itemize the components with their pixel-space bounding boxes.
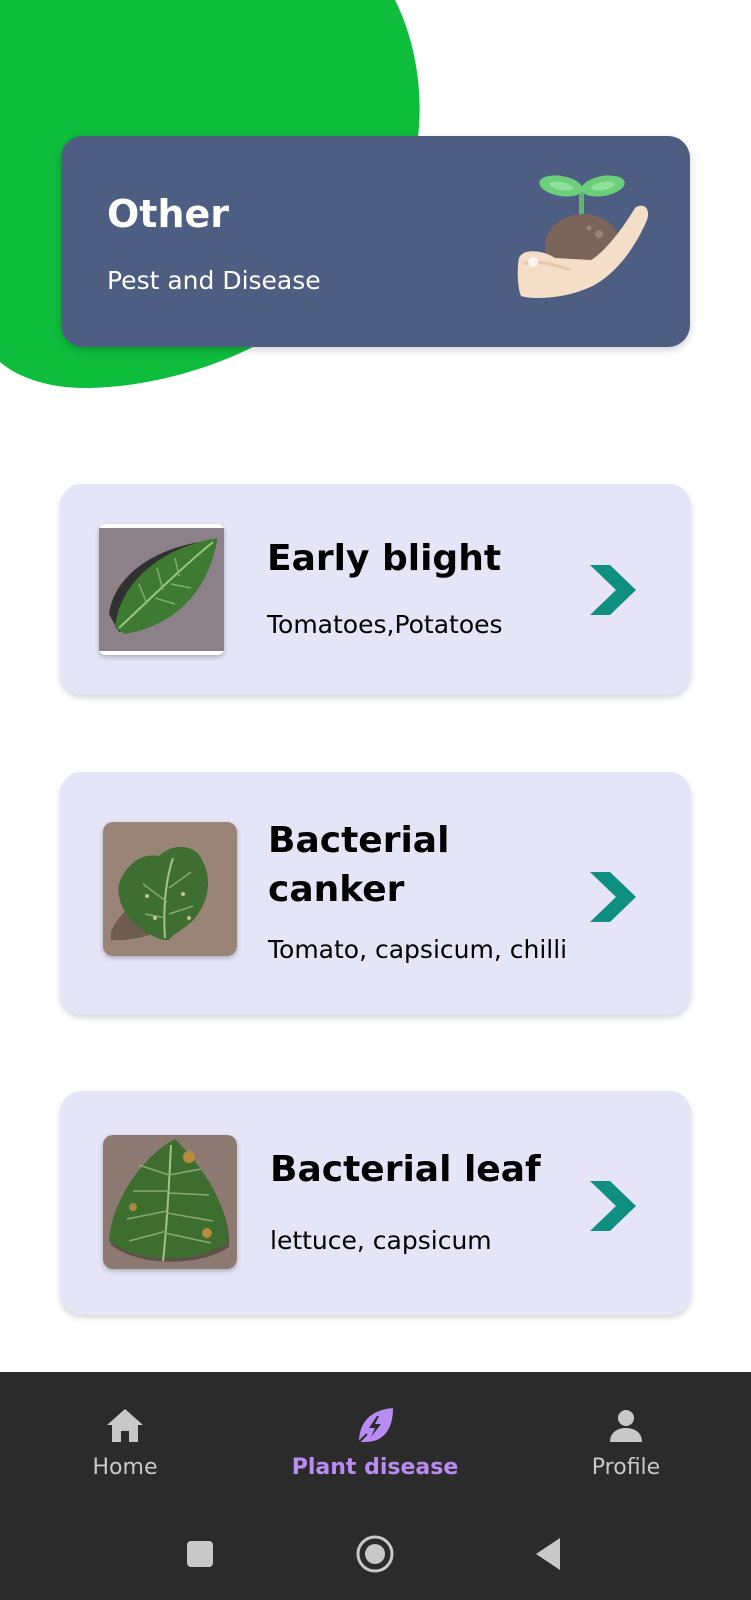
- back-icon[interactable]: [528, 1532, 572, 1576]
- disease-title: Bacterial canker: [268, 820, 450, 910]
- person-icon: [610, 1410, 642, 1442]
- chevron-right-icon[interactable]: [590, 565, 636, 615]
- recents-icon[interactable]: [178, 1532, 222, 1576]
- disease-card-bacterial-leaf[interactable]: Bacterial leaf lettuce, capsicum: [60, 1091, 691, 1315]
- screen: Other Pest and Disease Early blight Toma…: [0, 0, 751, 1600]
- system-navigation-bar: [0, 1508, 751, 1600]
- home-circle-icon[interactable]: [353, 1532, 397, 1576]
- home-icon: [107, 1409, 143, 1442]
- disease-crops: Tomatoes,Potatoes: [267, 610, 503, 639]
- disease-title: Bacterial leaf: [270, 1149, 541, 1190]
- disease-thumbnail: [99, 524, 224, 655]
- nav-item-plant-disease[interactable]: Plant disease: [250, 1372, 500, 1508]
- chevron-right-icon[interactable]: [590, 1181, 636, 1231]
- nav-item-home[interactable]: Home: [0, 1372, 250, 1508]
- nav-item-profile[interactable]: Profile: [501, 1372, 751, 1508]
- nav-label-plant-disease: Plant disease: [291, 1455, 459, 1480]
- page-subtitle: Pest and Disease: [107, 266, 321, 295]
- disease-card-bacterial-canker[interactable]: Bacterial canker Tomato, capsicum, chill…: [60, 772, 691, 1015]
- nav-label-home: Home: [92, 1455, 158, 1480]
- disease-thumbnail: [103, 822, 237, 956]
- nav-label-profile: Profile: [591, 1455, 661, 1480]
- bottom-navigation-bar: Home Plant disease Profile: [0, 1372, 751, 1508]
- plant-sprout-in-hand-icon: [517, 175, 649, 298]
- disease-thumbnail: [103, 1135, 237, 1269]
- disease-crops: Tomato, capsicum, chilli: [268, 935, 568, 964]
- header-card: Other Pest and Disease: [61, 136, 690, 347]
- leaf-bolt-icon: [358, 1408, 393, 1443]
- page-title: Other: [107, 192, 230, 236]
- disease-crops: lettuce, capsicum: [270, 1226, 492, 1255]
- disease-card-early-blight[interactable]: Early blight Tomatoes,Potatoes: [60, 484, 691, 695]
- chevron-right-icon[interactable]: [590, 872, 636, 922]
- disease-title: Early blight: [267, 538, 502, 579]
